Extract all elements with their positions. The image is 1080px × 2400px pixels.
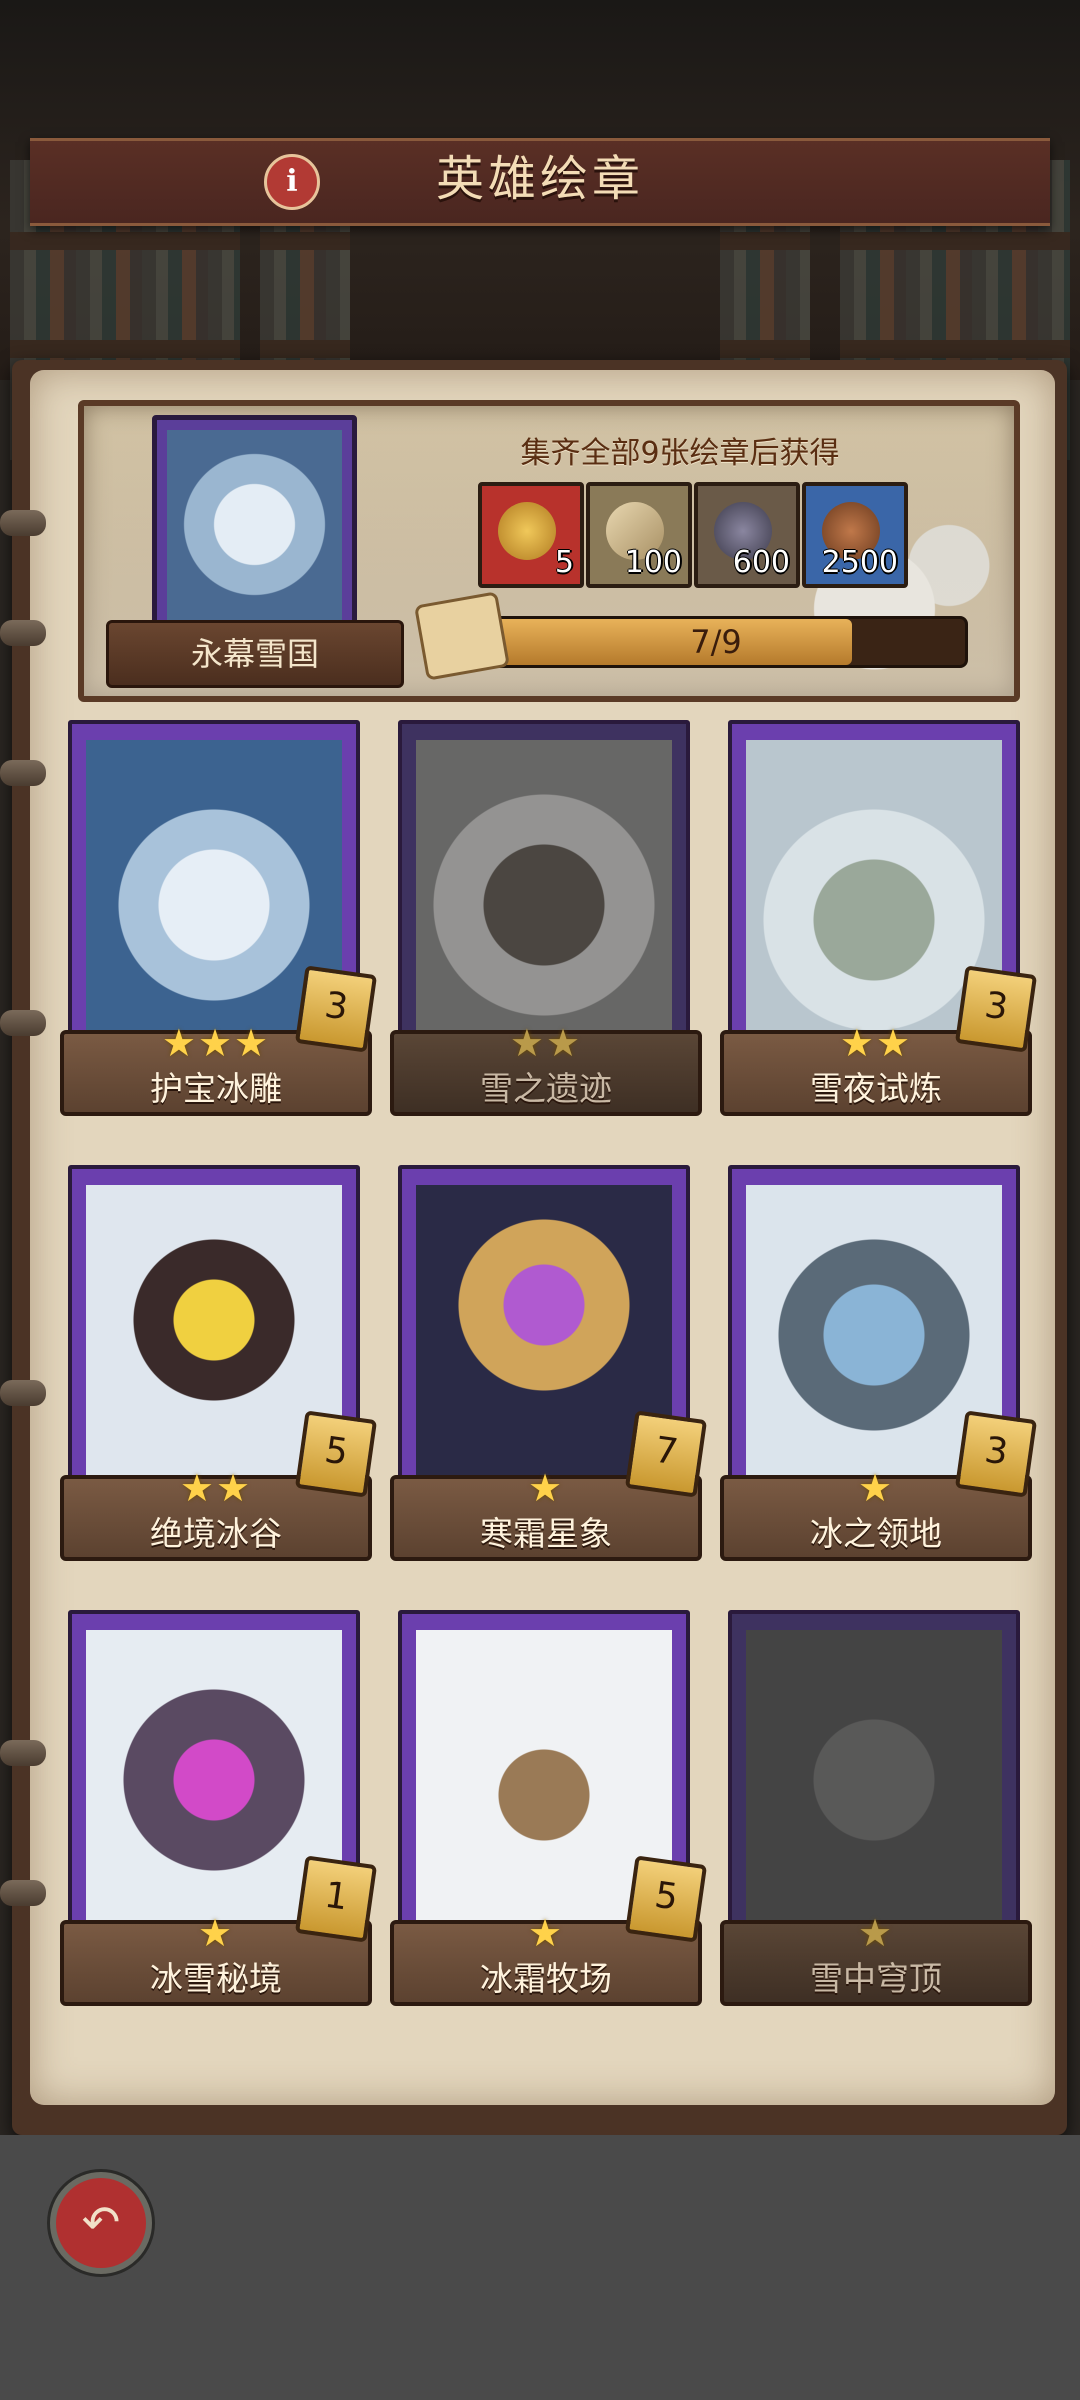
star-rating-icon: ★★: [509, 1021, 583, 1065]
card-count-badge: 1: [294, 1855, 378, 1943]
card-frame: [398, 720, 690, 1058]
card-count-badge: 5: [624, 1855, 708, 1943]
reward-count: 100: [624, 545, 682, 580]
painting-card[interactable]: ★★ 绝境冰谷 5: [60, 1165, 378, 1561]
back-arrow-icon: ↶: [81, 2195, 121, 2249]
card-name: 雪夜试炼: [810, 1069, 942, 1108]
reward-item[interactable]: 2500: [802, 482, 908, 588]
card-count-badge: 7: [624, 1410, 708, 1498]
star-rating-icon: ★: [857, 1911, 895, 1955]
card-name: 绝境冰谷: [150, 1514, 282, 1553]
card-count-badge: 3: [954, 965, 1038, 1053]
back-button[interactable]: ↶: [50, 2172, 152, 2274]
painting-card[interactable]: ★ 冰雪秘境 1: [60, 1610, 378, 2006]
collection-reward-hint: 集齐全部9张绘章后获得: [520, 436, 840, 471]
binding-ring-icon: [0, 620, 46, 646]
binding-ring-icon: [0, 1740, 46, 1766]
reward-item[interactable]: 5: [478, 482, 584, 588]
card-count-badge: 5: [294, 1410, 378, 1498]
card-name: 冰霜牧场: [480, 1959, 612, 1998]
card-name: 冰雪秘境: [150, 1959, 282, 1998]
painting-card[interactable]: ★ 寒霜星象 7: [390, 1165, 708, 1561]
bottom-bar: [0, 2135, 1080, 2400]
card-count: 3: [982, 1429, 1011, 1474]
card-count: 5: [652, 1874, 681, 1919]
collection-name: 永幕雪国: [190, 635, 319, 673]
reward-count: 600: [732, 545, 790, 580]
binding-ring-icon: [0, 1880, 46, 1906]
card-count: 3: [982, 984, 1011, 1029]
card-name-plate: ★ 雪中穹顶: [720, 1914, 1032, 2006]
info-button[interactable]: i: [264, 154, 320, 210]
card-count-badge: 3: [954, 1410, 1038, 1498]
card-name-plate: ★★ 雪之遗迹: [390, 1024, 702, 1116]
hero-chest-icon: [498, 502, 556, 560]
card-artwork: [416, 740, 672, 1040]
card-artwork: [746, 1630, 1002, 1930]
card-name: 寒霜星象: [480, 1514, 612, 1553]
reward-count: 5: [554, 545, 574, 580]
painting-card[interactable]: ★★★ 护宝冰雕 3: [60, 720, 378, 1116]
card-name: 雪中穹顶: [810, 1959, 942, 1998]
collection-cover-card[interactable]: [152, 415, 357, 655]
card-count: 3: [322, 984, 351, 1029]
binding-ring-icon: [0, 1380, 46, 1406]
painting-card[interactable]: ★★ 雪夜试炼 3: [720, 720, 1038, 1116]
reward-count: 2500: [821, 545, 898, 580]
painting-card[interactable]: ★ 冰之领地 3: [720, 1165, 1038, 1561]
card-name: 护宝冰雕: [150, 1069, 282, 1108]
card-frame: [728, 1610, 1020, 1948]
card-name: 雪之遗迹: [480, 1069, 612, 1108]
reward-item[interactable]: 100: [586, 482, 692, 588]
info-icon: i: [286, 164, 298, 199]
painting-card[interactable]: ★ 雪中穹顶: [720, 1610, 1032, 2006]
collection-progress-text: 7/9: [690, 623, 742, 661]
ice-golem-chest-art: [167, 430, 342, 640]
painting-card[interactable]: ★★ 雪之遗迹: [390, 720, 702, 1116]
card-count: 5: [322, 1429, 351, 1474]
page-title: 英雄绘章: [435, 151, 644, 207]
binding-ring-icon: [0, 1010, 46, 1036]
card-count-badge: 3: [294, 965, 378, 1053]
card-name: 冰之领地: [810, 1514, 942, 1553]
binding-ring-icon: [0, 510, 46, 536]
binding-ring-icon: [0, 760, 46, 786]
reward-item[interactable]: 600: [694, 482, 800, 588]
painting-card[interactable]: ★ 冰霜牧场 5: [390, 1610, 708, 2006]
card-count: 7: [652, 1429, 681, 1474]
card-count: 1: [322, 1874, 351, 1919]
collection-name-plate: 永幕雪国: [106, 620, 404, 688]
